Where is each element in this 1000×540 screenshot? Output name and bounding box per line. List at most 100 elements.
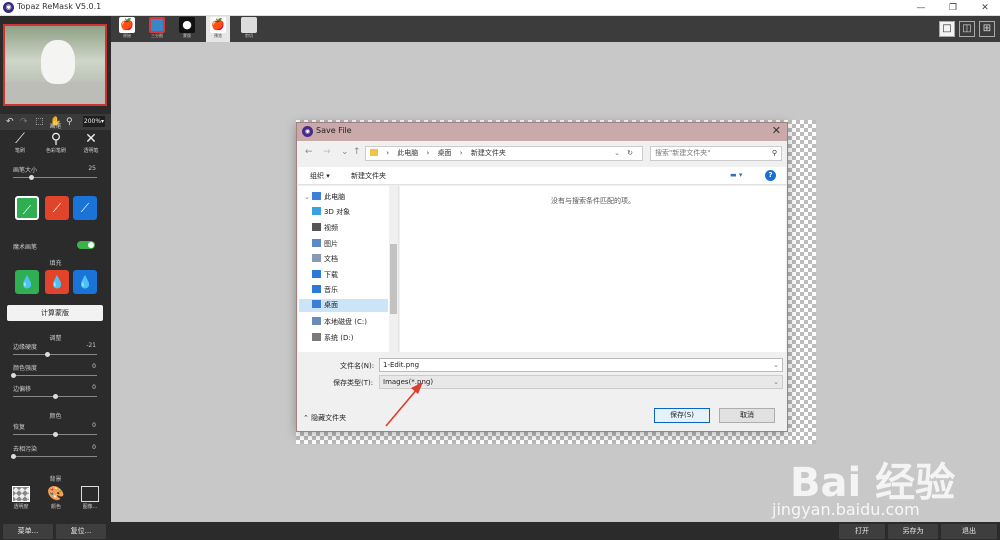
help-icon[interactable]: ? xyxy=(765,170,776,181)
quad-view-button[interactable]: ⊞ xyxy=(979,21,995,37)
keep-brush-button[interactable]: ⟋ xyxy=(15,196,39,220)
trimap-icon xyxy=(149,17,165,33)
decontaminate-slider[interactable] xyxy=(11,454,97,459)
color-brush-tool[interactable]: ⚲ 色彩笔刷 xyxy=(45,131,67,154)
address-dropdown-icon[interactable]: ⌄ xyxy=(614,147,620,160)
tab-cut[interactable]: 剪切 xyxy=(237,16,261,42)
compute-brush-button[interactable]: ⟋ xyxy=(73,196,97,220)
view-options-icon[interactable]: ▬ ▾ xyxy=(730,171,742,179)
edge-offset-slider[interactable] xyxy=(13,394,97,399)
recover-value: 0 xyxy=(92,422,96,429)
refresh-icon[interactable]: ↻ xyxy=(627,147,633,160)
reset-button[interactable]: 复位... xyxy=(56,524,106,539)
dialog-close-icon[interactable]: ✕ xyxy=(772,124,781,137)
brush-section-title: 画笔 xyxy=(49,123,62,130)
edge-hardness-slider[interactable] xyxy=(13,352,97,357)
brush-tool[interactable]: ⟋ 笔刷 xyxy=(9,131,31,154)
back-arrow-icon[interactable]: ← xyxy=(305,147,313,157)
preview-dog xyxy=(41,40,75,84)
filetype-label: 保存类型(T): xyxy=(333,379,374,387)
nav-item-drive-c[interactable]: 本地磁盘 (C:) xyxy=(312,316,367,329)
save-button[interactable]: 保存(S) xyxy=(654,408,710,423)
preview-apple-icon: 🍎 xyxy=(210,17,226,33)
navigator-preview[interactable] xyxy=(3,24,107,106)
recent-dropdown-icon[interactable]: ⌄ xyxy=(341,147,349,157)
file-list[interactable]: 没有与搜索条件匹配的项。 xyxy=(400,186,786,352)
brush-size-slider[interactable] xyxy=(13,175,97,180)
fill-section-title: 填充 xyxy=(49,260,62,267)
nav-item-label: 文档 xyxy=(324,255,338,263)
maximize-button[interactable]: ❐ xyxy=(940,0,966,16)
nav-item-videos[interactable]: 视频 xyxy=(312,222,338,235)
command-bar: 组织 ▾ 新建文件夹 ▬ ▾ ? xyxy=(298,167,786,185)
filetype-select[interactable]: Images(*.png) ⌄ xyxy=(379,375,783,389)
color-strength-value: 0 xyxy=(92,363,96,370)
nav-item-pictures[interactable]: 图片 xyxy=(312,238,338,251)
forward-arrow-icon[interactable]: → xyxy=(323,147,331,157)
filename-input[interactable]: 1-Edit.png ⌄ xyxy=(379,358,783,372)
breadcrumb-this-pc[interactable]: 此电脑 xyxy=(397,149,418,157)
transparent-brush-tool[interactable]: ✕ 透明笔 xyxy=(80,131,102,154)
breadcrumb-new-folder[interactable]: 新建文件夹 xyxy=(471,149,506,157)
nav-item-drive-d[interactable]: 系统 (D:) xyxy=(312,332,353,345)
app-title: Topaz ReMask V5.0.1 xyxy=(17,2,102,11)
scrollbar-thumb[interactable] xyxy=(390,244,397,314)
fill-keep-button[interactable]: 💧 xyxy=(15,270,39,294)
watermark-url: jingyan.baidu.com xyxy=(772,500,920,519)
menu-button[interactable]: 菜单... xyxy=(3,524,53,539)
minimize-button[interactable]: — xyxy=(908,0,934,16)
bg-color-option[interactable]: 🎨 颜色 xyxy=(43,486,69,510)
tab-mask[interactable]: ● 蒙版 xyxy=(175,16,199,42)
nav-item-label: 3D 对象 xyxy=(324,208,351,216)
hide-folders-toggle[interactable]: ⌃ 隐藏文件夹 xyxy=(303,413,346,423)
organize-menu[interactable]: 组织 ▾ xyxy=(310,171,330,181)
nav-scrollbar[interactable] xyxy=(389,186,398,352)
slider-knob[interactable] xyxy=(53,432,58,437)
cut-brush-button[interactable]: ⟋ xyxy=(45,196,69,220)
magic-brush-toggle[interactable] xyxy=(77,241,95,249)
bg-image-option[interactable]: 图像... xyxy=(77,486,103,510)
slider-knob[interactable] xyxy=(11,454,16,459)
chevron-down-icon[interactable]: ⌄ xyxy=(773,359,779,371)
single-view-button[interactable]: □ xyxy=(939,21,955,37)
new-folder-button[interactable]: 新建文件夹 xyxy=(351,171,386,181)
nav-item-this-pc[interactable]: ⌄ 此电脑 xyxy=(304,191,345,204)
filename-value: 1-Edit.png xyxy=(383,361,420,369)
fill-cut-button[interactable]: 💧 xyxy=(45,270,69,294)
split-view-button[interactable]: ◫ xyxy=(959,21,975,37)
compute-mask-button[interactable]: 计算蒙版 xyxy=(7,305,103,321)
bg-transparent-option[interactable]: 透明度 xyxy=(8,486,34,510)
slider-knob[interactable] xyxy=(53,394,58,399)
breadcrumb-desktop[interactable]: 桌面 xyxy=(438,149,452,157)
recover-label: 恢复 xyxy=(13,424,26,431)
nav-item-documents[interactable]: 文档 xyxy=(312,253,338,266)
address-bar[interactable]: › 此电脑 › 桌面 › 新建文件夹 ⌄ ↻ xyxy=(365,146,643,161)
up-arrow-icon[interactable]: ↑ xyxy=(353,147,361,157)
computer-icon xyxy=(312,192,322,200)
tab-original[interactable]: 🍎 原始 xyxy=(115,16,139,42)
nav-item-3d-objects[interactable]: 3D 对象 xyxy=(312,206,350,219)
cancel-button[interactable]: 取消 xyxy=(719,408,775,423)
checker-icon xyxy=(12,486,30,502)
breadcrumb-sep-icon: › xyxy=(386,149,390,157)
nav-item-music[interactable]: 音乐 xyxy=(312,284,338,297)
slider-knob[interactable] xyxy=(29,175,35,180)
tab-trimap[interactable]: 三分图 xyxy=(145,16,169,42)
nav-item-downloads[interactable]: 下载 xyxy=(312,269,338,282)
filename-label: 文件名(N): xyxy=(340,362,375,370)
search-input[interactable]: 搜索"新建文件夹" ⚲ xyxy=(650,146,782,161)
nav-item-desktop[interactable]: 桌面 xyxy=(299,299,388,312)
nav-item-label: 桌面 xyxy=(324,301,338,309)
left-panel: ↶ ↷ ⬚ ✋ ⚲ 200%▾ 画笔 ⟋ 笔刷 ⚲ 色彩笔刷 ✕ 透明笔 画笔大… xyxy=(0,16,111,522)
close-window-button[interactable]: ✕ xyxy=(972,0,998,16)
color-strength-slider[interactable] xyxy=(11,373,97,378)
slider-knob[interactable] xyxy=(11,373,16,378)
tab-original-label: 原始 xyxy=(123,33,131,38)
recover-slider[interactable] xyxy=(13,432,97,437)
dialog-app-icon: ◉ xyxy=(302,126,313,137)
fill-compute-button[interactable]: 💧 xyxy=(73,270,97,294)
slider-knob[interactable] xyxy=(44,352,50,357)
tab-preview[interactable]: 🍎 预览 xyxy=(206,16,230,42)
search-placeholder: 搜索"新建文件夹" xyxy=(655,149,711,157)
chevron-down-icon[interactable]: ⌄ xyxy=(773,376,779,388)
